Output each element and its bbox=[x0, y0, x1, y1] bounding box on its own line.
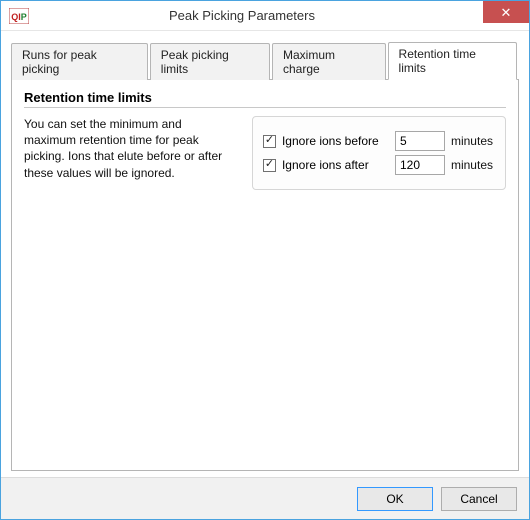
footer: OK Cancel bbox=[1, 477, 529, 519]
tab-label: Runs for peak picking bbox=[22, 48, 97, 76]
tab-maximum-charge[interactable]: Maximum charge bbox=[272, 43, 386, 80]
button-label: OK bbox=[386, 492, 403, 506]
panel-body: You can set the minimum and maximum rete… bbox=[24, 116, 506, 190]
row-ignore-before: Ignore ions before minutes bbox=[263, 131, 493, 151]
section-heading: Retention time limits bbox=[24, 90, 506, 105]
unit-label: minutes bbox=[451, 158, 493, 172]
tab-label: Retention time limits bbox=[399, 47, 476, 75]
cancel-button[interactable]: Cancel bbox=[441, 487, 517, 511]
close-button[interactable]: ✕ bbox=[483, 1, 529, 23]
titlebar: QIP Peak Picking Parameters ✕ bbox=[1, 1, 529, 31]
tab-label: Peak picking limits bbox=[161, 48, 229, 76]
input-ignore-after-value[interactable] bbox=[395, 155, 445, 175]
section-underline bbox=[24, 107, 506, 108]
button-label: Cancel bbox=[460, 492, 497, 506]
close-icon: ✕ bbox=[501, 6, 512, 19]
controls: Ignore ions before minutes Ignore ions a… bbox=[252, 116, 506, 190]
unit-label: minutes bbox=[451, 134, 493, 148]
tab-peak-picking-limits[interactable]: Peak picking limits bbox=[150, 43, 270, 80]
checkbox-ignore-after[interactable]: Ignore ions after bbox=[263, 158, 395, 172]
tab-runs-for-peak-picking[interactable]: Runs for peak picking bbox=[11, 43, 148, 80]
checkbox-label: Ignore ions after bbox=[282, 158, 369, 172]
tabpanel-retention-time-limits: Retention time limits You can set the mi… bbox=[11, 79, 519, 471]
tabstrip: Runs for peak picking Peak picking limit… bbox=[11, 41, 519, 79]
check-icon bbox=[263, 135, 276, 148]
controls-box: Ignore ions before minutes Ignore ions a… bbox=[252, 116, 506, 190]
section-description: You can set the minimum and maximum rete… bbox=[24, 116, 232, 190]
tab-retention-time-limits[interactable]: Retention time limits bbox=[388, 42, 517, 80]
window-title: Peak Picking Parameters bbox=[1, 8, 483, 23]
check-icon bbox=[263, 159, 276, 172]
row-ignore-after: Ignore ions after minutes bbox=[263, 155, 493, 175]
tab-label: Maximum charge bbox=[283, 48, 335, 76]
checkbox-label: Ignore ions before bbox=[282, 134, 379, 148]
ok-button[interactable]: OK bbox=[357, 487, 433, 511]
input-ignore-before-value[interactable] bbox=[395, 131, 445, 151]
checkbox-ignore-before[interactable]: Ignore ions before bbox=[263, 134, 395, 148]
